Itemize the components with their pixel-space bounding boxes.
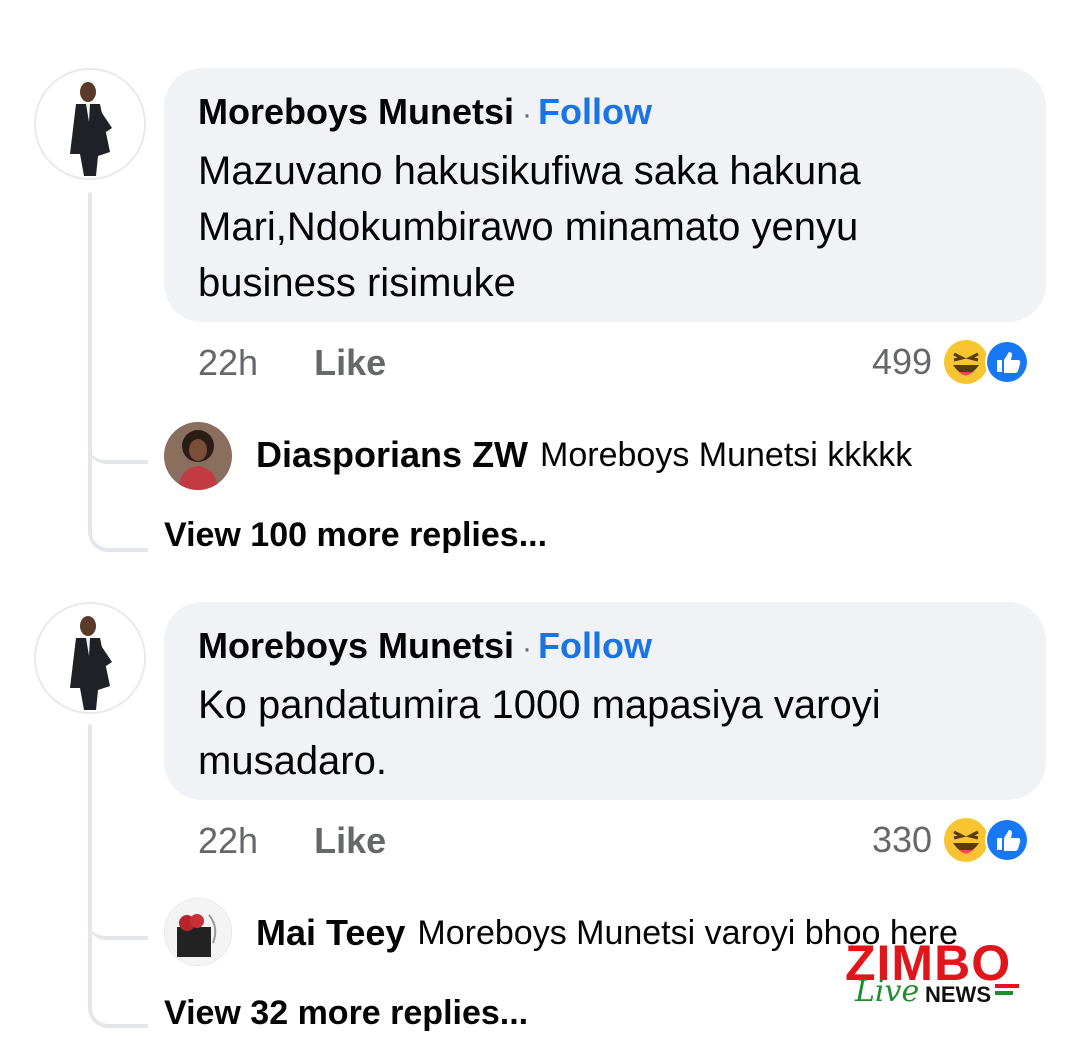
like-reaction-icon — [985, 340, 1030, 384]
watermark-news: NEWS — [925, 982, 991, 1007]
comment-actions: 22h Like — [198, 820, 386, 862]
follow-button[interactable]: Follow — [538, 625, 652, 666]
watermark-live: Live — [855, 974, 920, 1009]
reply-avatar[interactable] — [164, 422, 232, 490]
view-more-replies-link[interactable]: View 100 more replies... — [164, 516, 547, 555]
reply-avatar[interactable] — [164, 898, 232, 966]
comment-author[interactable]: Moreboys Munetsi — [198, 625, 514, 666]
person-photo — [36, 70, 144, 178]
reply-connector — [88, 956, 148, 1028]
view-more-replies-link[interactable]: View 32 more replies... — [164, 994, 528, 1033]
reply-row: Diasporians ZW Moreboys Munetsi kkkkk — [256, 434, 912, 476]
comment-text: Ko pandatumira 1000 mapasiya varoyi musa… — [198, 683, 881, 783]
follow-button[interactable]: Follow — [538, 91, 652, 132]
comment-bubble: Moreboys Munetsi · Follow Mazuvano hakusik… — [164, 68, 1046, 322]
person-photo — [164, 422, 232, 490]
like-reaction-icon — [985, 818, 1030, 862]
comment-actions: 22h Like — [198, 342, 386, 384]
laugh-reaction-icon — [944, 818, 989, 862]
reaction-count: 330 — [872, 819, 933, 860]
separator-dot: · — [522, 98, 533, 131]
comment-text: Mazuvano hakusikufiwa saka hakuna Mari,N… — [198, 149, 861, 305]
reply-connector — [88, 880, 148, 940]
separator-dot: · — [522, 632, 533, 665]
person-photo — [36, 604, 144, 712]
zimbo-live-news-watermark: ZIMBO Live NEWS — [835, 935, 1025, 1010]
gift-box-photo — [165, 899, 231, 965]
comment-bubble: Moreboys Munetsi · Follow Ko pandatumira 1… — [164, 602, 1046, 800]
reaction-count: 499 — [872, 341, 933, 382]
laugh-reaction-icon — [944, 340, 989, 384]
reply-connector — [88, 480, 148, 552]
comment-timestamp[interactable]: 22h — [198, 342, 258, 384]
reaction-summary[interactable]: 499 — [872, 338, 1030, 386]
reply-connector — [88, 400, 148, 464]
watermark-bars — [995, 984, 1019, 998]
like-button[interactable]: Like — [314, 342, 386, 384]
comment-timestamp[interactable]: 22h — [198, 820, 258, 862]
avatar[interactable] — [34, 602, 146, 714]
reply-author[interactable]: Diasporians ZW — [256, 434, 528, 476]
reply-text: Moreboys Munetsi kkkkk — [540, 435, 913, 474]
reaction-summary[interactable]: 330 — [872, 816, 1030, 864]
comment-author[interactable]: Moreboys Munetsi — [198, 91, 514, 132]
avatar[interactable] — [34, 68, 146, 180]
reply-author[interactable]: Mai Teey — [256, 912, 405, 954]
like-button[interactable]: Like — [314, 820, 386, 862]
thread-line — [88, 724, 92, 984]
